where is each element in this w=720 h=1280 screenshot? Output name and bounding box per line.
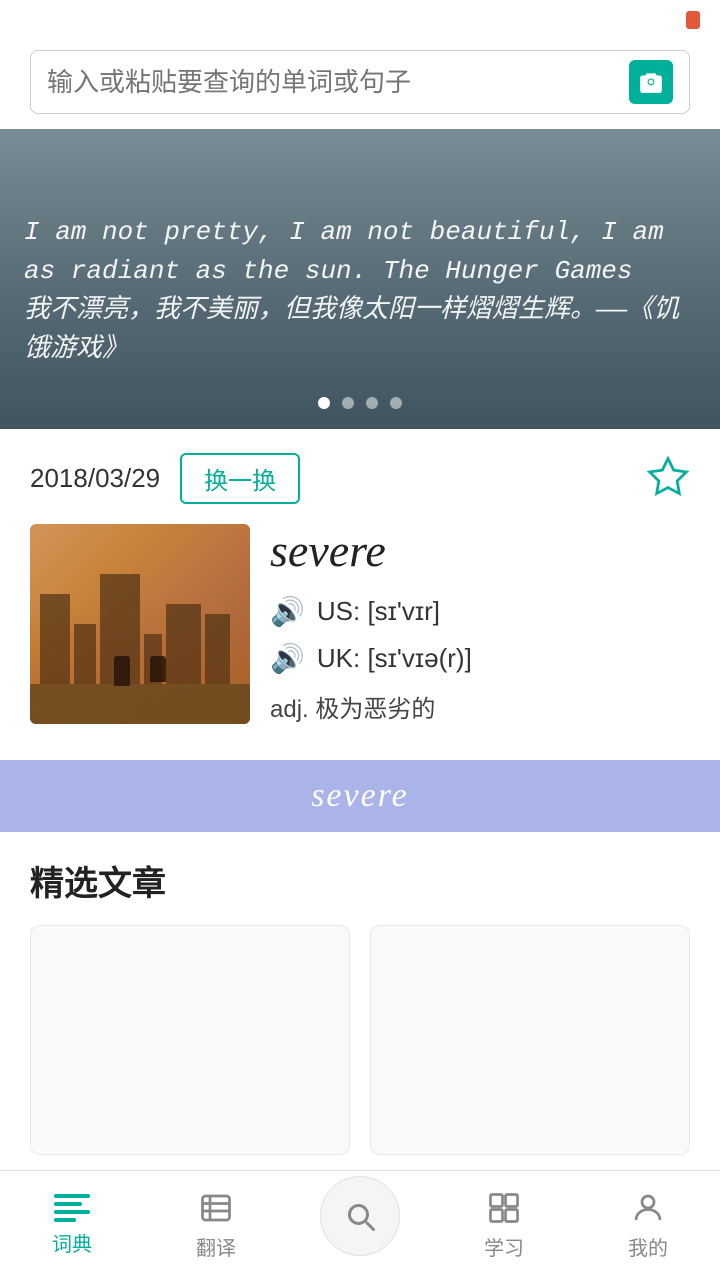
status-bar <box>0 0 720 40</box>
word-header: 2018/03/29 换一换 <box>30 453 690 504</box>
star-button[interactable] <box>646 455 690 502</box>
quote-banner: I am not pretty, I am not beautiful, I a… <box>0 129 720 429</box>
word-of-day-section: 2018/03/29 换一换 se <box>0 429 720 740</box>
nav-item-search[interactable] <box>288 1171 432 1280</box>
search-bar[interactable] <box>30 50 690 114</box>
nav-label-mine: 我的 <box>628 1232 668 1261</box>
bottom-nav: 词典 翻译 学习 我的 <box>0 1170 720 1280</box>
phonetic-us: US: [sɪ'vɪr] <box>317 596 440 627</box>
dot-4[interactable] <box>390 397 402 409</box>
word-image <box>30 524 250 724</box>
featured-title: 精选文章 <box>30 856 690 905</box>
battery-icon <box>686 11 700 29</box>
pronunciation-us[interactable]: 🔊 US: [sɪ'vɪr] <box>270 595 690 628</box>
nav-label-learn: 学习 <box>484 1232 524 1261</box>
speaker-us-icon: 🔊 <box>270 595 305 628</box>
search-input[interactable] <box>47 67 629 98</box>
nav-label-translate: 翻译 <box>196 1232 236 1261</box>
phonetic-uk: UK: [sɪ'vɪə(r)] <box>317 643 472 674</box>
banner-dots <box>318 397 402 409</box>
star-icon <box>646 455 690 499</box>
word-details: severe 🔊 US: [sɪ'vɪr] 🔊 UK: [sɪ'vɪə(r)] … <box>270 524 690 724</box>
nav-item-mine[interactable]: 我的 <box>576 1171 720 1280</box>
dot-1[interactable] <box>318 397 330 409</box>
quote-text: I am not pretty, I am not beautiful, I a… <box>24 213 696 369</box>
practice-bar[interactable]: severe <box>0 760 720 832</box>
practice-word: severe <box>311 777 409 815</box>
article-card-2[interactable] <box>370 925 690 1155</box>
mine-icon <box>630 1190 666 1226</box>
translate-icon <box>198 1190 234 1226</box>
road <box>30 684 250 724</box>
nav-item-dict[interactable]: 词典 <box>0 1171 144 1280</box>
nav-label-dict: 词典 <box>52 1228 92 1257</box>
featured-section: 精选文章 <box>0 832 720 1155</box>
speaker-uk-icon: 🔊 <box>270 642 305 675</box>
nav-item-translate[interactable]: 翻译 <box>144 1171 288 1280</box>
refresh-button[interactable]: 换一换 <box>180 453 300 504</box>
pronunciation-uk[interactable]: 🔊 UK: [sɪ'vɪə(r)] <box>270 642 690 675</box>
search-center-button[interactable] <box>320 1176 400 1256</box>
search-center-icon <box>342 1198 378 1234</box>
camera-button[interactable] <box>629 60 673 104</box>
nav-item-learn[interactable]: 学习 <box>432 1171 576 1280</box>
date-label: 2018/03/29 <box>30 463 160 494</box>
article-card-1[interactable] <box>30 925 350 1155</box>
definition: adj. 极为恶劣的 <box>270 689 690 724</box>
camera-icon <box>638 69 664 95</box>
dict-icon <box>54 1194 90 1222</box>
word-card: severe 🔊 US: [sɪ'vɪr] 🔊 UK: [sɪ'vɪə(r)] … <box>30 524 690 724</box>
article-list <box>30 925 690 1155</box>
word-title[interactable]: severe <box>270 524 690 577</box>
people <box>114 656 166 686</box>
learn-icon <box>486 1190 522 1226</box>
dot-2[interactable] <box>342 397 354 409</box>
dot-3[interactable] <box>366 397 378 409</box>
